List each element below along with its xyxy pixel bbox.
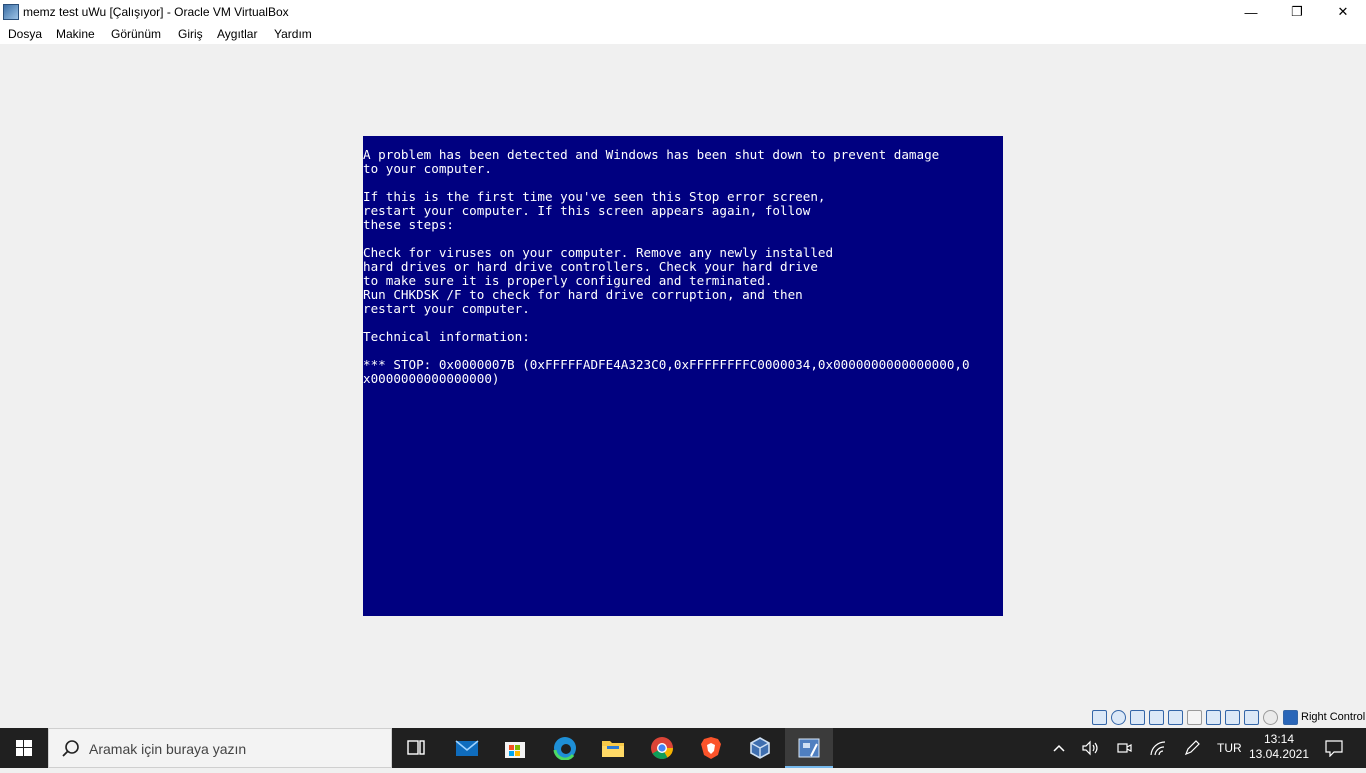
mail-icon — [455, 740, 479, 756]
menu-aygitlar[interactable]: Aygıtlar — [217, 27, 257, 41]
menu-gorunum[interactable]: Görünüm — [111, 27, 161, 41]
virtualbox-vm-button[interactable] — [785, 728, 833, 768]
title-bar: memz test uWu [Çalışıyor] - Oracle VM Vi… — [0, 0, 1366, 24]
task-view-icon — [407, 740, 425, 755]
chrome-icon — [651, 737, 673, 759]
minimize-button[interactable]: — — [1228, 0, 1274, 24]
cpu-icon[interactable] — [1244, 710, 1259, 725]
wifi-icon — [1150, 741, 1166, 756]
speaker-icon — [1082, 740, 1098, 756]
optical-drive-icon[interactable] — [1111, 710, 1126, 725]
windows-logo-icon — [16, 740, 32, 756]
mail-button[interactable] — [443, 728, 491, 768]
edge-button[interactable] — [541, 728, 589, 768]
window-title: memz test uWu [Çalışıyor] - Oracle VM Vi… — [23, 5, 289, 19]
menu-yardim[interactable]: Yardım — [274, 27, 312, 41]
display-icon[interactable] — [1206, 710, 1221, 725]
pen-icon — [1184, 740, 1200, 756]
virtualbox-app-icon — [3, 4, 19, 20]
brave-icon — [701, 737, 721, 759]
chrome-button[interactable] — [638, 728, 686, 768]
network-icon[interactable] — [1149, 710, 1164, 725]
taskbar: Aramak için buraya yazın TUR 13:14 13.04… — [0, 728, 1366, 768]
search-box[interactable]: Aramak için buraya yazın — [48, 728, 392, 768]
search-icon — [62, 740, 79, 757]
input-language-button[interactable]: TUR — [1212, 728, 1244, 768]
clock-time: 13:14 — [1263, 732, 1295, 746]
clock[interactable]: 13:14 13.04.2021 — [1244, 732, 1314, 762]
search-placeholder: Aramak için buraya yazın — [89, 741, 247, 757]
hard-disk-icon[interactable] — [1092, 710, 1107, 725]
clock-date: 13.04.2021 — [1248, 747, 1310, 761]
menu-giris[interactable]: Giriş — [178, 27, 203, 41]
chevron-up-icon — [1053, 744, 1065, 752]
brave-button[interactable] — [687, 728, 735, 768]
language-indicator: TUR — [1217, 741, 1242, 755]
camera-icon — [1117, 743, 1132, 753]
host-key-arrow-icon — [1283, 710, 1298, 725]
file-explorer-button[interactable] — [589, 728, 637, 768]
shared-folder-icon[interactable] — [1187, 710, 1202, 725]
virtualbox-vm-icon — [798, 738, 820, 758]
show-hidden-icons-button[interactable] — [1048, 728, 1070, 768]
virtualbox-button[interactable] — [736, 728, 784, 768]
host-key-label: Right Control — [1301, 711, 1366, 723]
mouse-integration-icon[interactable] — [1263, 710, 1278, 725]
restore-button[interactable]: ❐ — [1274, 0, 1320, 24]
volume-button[interactable] — [1078, 728, 1102, 768]
task-view-button[interactable] — [392, 728, 440, 768]
meet-now-button[interactable] — [1112, 728, 1136, 768]
close-button[interactable]: ✕ — [1320, 0, 1366, 24]
notification-icon — [1325, 740, 1343, 757]
virtualbox-icon — [750, 737, 770, 759]
bsod-message: A problem has been detected and Windows … — [363, 147, 970, 386]
menu-makine[interactable]: Makine — [56, 27, 95, 41]
usb-icon[interactable] — [1168, 710, 1183, 725]
vm-status-bar: Right Control — [0, 708, 1366, 728]
restore-icon: ❐ — [1291, 4, 1303, 19]
minimize-icon: — — [1244, 4, 1258, 20]
notifications-button[interactable] — [1318, 728, 1350, 768]
start-button[interactable] — [0, 728, 48, 768]
menu-bar: Dosya Makine Görünüm Giriş Aygıtlar Yard… — [0, 24, 1366, 44]
recording-icon[interactable] — [1225, 710, 1240, 725]
audio-icon[interactable] — [1130, 710, 1145, 725]
network-button[interactable] — [1146, 728, 1170, 768]
microsoft-store-button[interactable] — [491, 728, 539, 768]
folder-icon — [602, 741, 624, 757]
menu-dosya[interactable]: Dosya — [8, 27, 42, 41]
close-icon: ✕ — [1337, 4, 1349, 19]
pen-button[interactable] — [1180, 728, 1204, 768]
microsoft-store-icon — [505, 742, 525, 758]
edge-icon — [553, 737, 576, 760]
guest-screen-bsod[interactable]: A problem has been detected and Windows … — [363, 136, 1003, 616]
